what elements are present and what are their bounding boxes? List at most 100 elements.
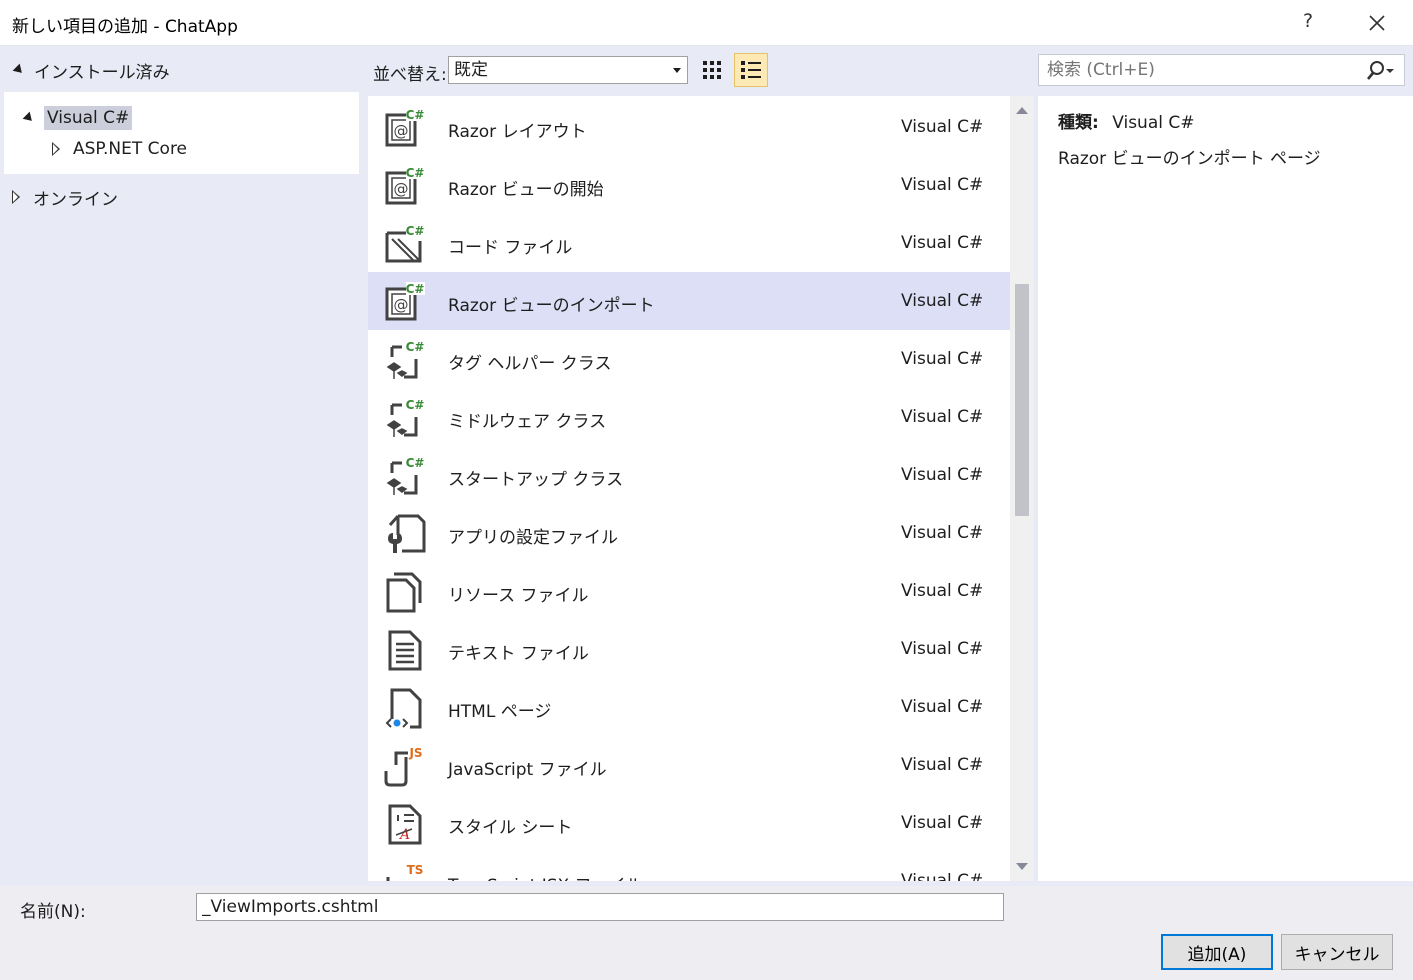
razor-icon: @ C#: [384, 107, 426, 149]
svg-text:C#: C#: [406, 282, 425, 296]
search-input[interactable]: [1039, 55, 1339, 85]
svg-text:C#: C#: [406, 166, 425, 180]
text-file-icon: [384, 629, 426, 671]
template-name: コード ファイル: [448, 238, 573, 258]
template-list-scrollbar[interactable]: [1010, 96, 1034, 881]
search-box: [1038, 54, 1405, 86]
template-row[interactable]: リソース ファイル Visual C#: [368, 562, 1010, 620]
tree-item-visual-csharp[interactable]: Visual C#: [22, 105, 133, 131]
svg-text:@: @: [394, 180, 409, 198]
template-row[interactable]: @ C# Razor ビューの開始 Visual C#: [368, 156, 1010, 214]
template-name: アプリの設定ファイル: [448, 528, 618, 548]
template-language: Visual C#: [901, 349, 984, 369]
class-icon: C#: [384, 455, 426, 497]
search-button[interactable]: [1366, 60, 1394, 82]
razor-icon: @ C#: [384, 281, 426, 323]
tree-item-visual-csharp-label: Visual C#: [44, 106, 133, 130]
template-language: Visual C#: [901, 523, 984, 543]
template-row[interactable]: アプリの設定ファイル Visual C#: [368, 504, 1010, 562]
sort-dropdown[interactable]: 既定: [448, 56, 688, 84]
template-row[interactable]: @ C# Razor ビューのインポート Visual C#: [368, 272, 1010, 330]
close-button[interactable]: [1362, 8, 1392, 38]
svg-text:C#: C#: [406, 340, 425, 354]
stylesheet-icon: A: [384, 803, 426, 845]
template-name: スタートアップ クラス: [448, 470, 624, 490]
title-bar: 新しい項目の追加 - ChatApp ?: [0, 0, 1413, 46]
expanded-arrow-icon: [12, 63, 26, 77]
template-language: Visual C#: [901, 755, 984, 775]
svg-text:JS: JS: [408, 746, 422, 760]
class-icon: C#: [384, 339, 426, 381]
template-row[interactable]: C# タグ ヘルパー クラス Visual C#: [368, 330, 1010, 388]
razor-icon: @ C#: [384, 165, 426, 207]
list-view-icon: [741, 61, 761, 79]
template-row[interactable]: @ C# Razor レイアウト Visual C#: [368, 98, 1010, 156]
template-name: TypeScript JSX ファイル: [448, 871, 643, 881]
scroll-thumb[interactable]: [1015, 284, 1029, 516]
name-label: 名前(N):: [20, 902, 86, 922]
help-button[interactable]: ?: [1296, 10, 1320, 32]
name-input[interactable]: [196, 893, 1004, 921]
expanded-arrow-icon: [22, 111, 36, 125]
html-page-icon: [384, 687, 426, 729]
template-language: Visual C#: [901, 233, 984, 253]
tree-item-aspnet-core[interactable]: ASP.NET Core: [52, 137, 187, 161]
svg-text:A: A: [398, 827, 410, 843]
svg-text:@: @: [394, 296, 409, 314]
list-view-button[interactable]: [734, 53, 768, 87]
collapsed-arrow-icon: [12, 190, 21, 204]
details-description: Razor ビューのインポート ページ: [1058, 149, 1321, 169]
template-row[interactable]: HTML ページ Visual C#: [368, 678, 1010, 736]
template-row[interactable]: C# スタートアップ クラス Visual C#: [368, 446, 1010, 504]
template-language: Visual C#: [901, 465, 984, 485]
template-language: Visual C#: [901, 697, 984, 717]
details-type-value: Visual C#: [1112, 113, 1195, 133]
tree-item-installed[interactable]: インストール済み: [12, 58, 170, 83]
template-row[interactable]: テキスト ファイル Visual C#: [368, 620, 1010, 678]
template-name: リソース ファイル: [448, 586, 589, 606]
template-language: Visual C#: [901, 871, 984, 881]
template-name: JavaScript ファイル: [448, 760, 607, 780]
grid-view-icon: [703, 61, 721, 79]
template-row[interactable]: JS JavaScript ファイル Visual C#: [368, 736, 1010, 794]
resource-file-icon: [384, 571, 426, 613]
scroll-up-icon[interactable]: [1016, 107, 1028, 114]
tree-item-online[interactable]: オンライン: [12, 185, 118, 210]
tree-item-online-label: オンライン: [33, 189, 118, 210]
template-name: タグ ヘルパー クラス: [448, 354, 612, 374]
svg-text:@: @: [394, 122, 409, 140]
template-row[interactable]: C# ミドルウェア クラス Visual C#: [368, 388, 1010, 446]
svg-text:C#: C#: [406, 398, 425, 412]
sort-dropdown-value: 既定: [454, 60, 488, 80]
typescript-file-icon: TS: [384, 861, 426, 881]
svg-text:C#: C#: [406, 224, 425, 238]
cancel-button[interactable]: キャンセル: [1281, 934, 1393, 970]
settings-file-icon: [384, 513, 426, 555]
small-icons-view-button[interactable]: [695, 53, 729, 87]
template-name: Razor ビューの開始: [448, 180, 604, 200]
scroll-down-icon[interactable]: [1016, 863, 1028, 870]
window-title: 新しい項目の追加 - ChatApp: [12, 17, 238, 37]
code-file-icon: C#: [384, 223, 426, 265]
template-name: HTML ページ: [448, 702, 552, 722]
svg-text:C#: C#: [406, 456, 425, 470]
template-name: テキスト ファイル: [448, 644, 589, 664]
sort-label: 並べ替え:: [373, 65, 447, 85]
template-row[interactable]: C# コード ファイル Visual C#: [368, 214, 1010, 272]
search-icon: [1367, 61, 1394, 80]
javascript-file-icon: JS: [384, 745, 426, 787]
svg-text:C#: C#: [406, 108, 425, 122]
chevron-down-icon: [673, 68, 681, 73]
details-type: 種類: Visual C#: [1058, 108, 1195, 133]
details-panel: 種類: Visual C# Razor ビューのインポート ページ: [1038, 96, 1413, 881]
class-icon: C#: [384, 397, 426, 439]
template-row[interactable]: TS TypeScript JSX ファイル Visual C#: [368, 852, 1010, 881]
template-language: Visual C#: [901, 813, 984, 833]
tree-item-aspnet-core-label: ASP.NET Core: [73, 139, 188, 159]
template-language: Visual C#: [901, 175, 984, 195]
template-name: ミドルウェア クラス: [448, 412, 607, 432]
add-button[interactable]: 追加(A): [1161, 934, 1273, 970]
template-row[interactable]: A スタイル シート Visual C#: [368, 794, 1010, 852]
template-language: Visual C#: [901, 639, 984, 659]
collapsed-arrow-icon: [52, 142, 61, 156]
